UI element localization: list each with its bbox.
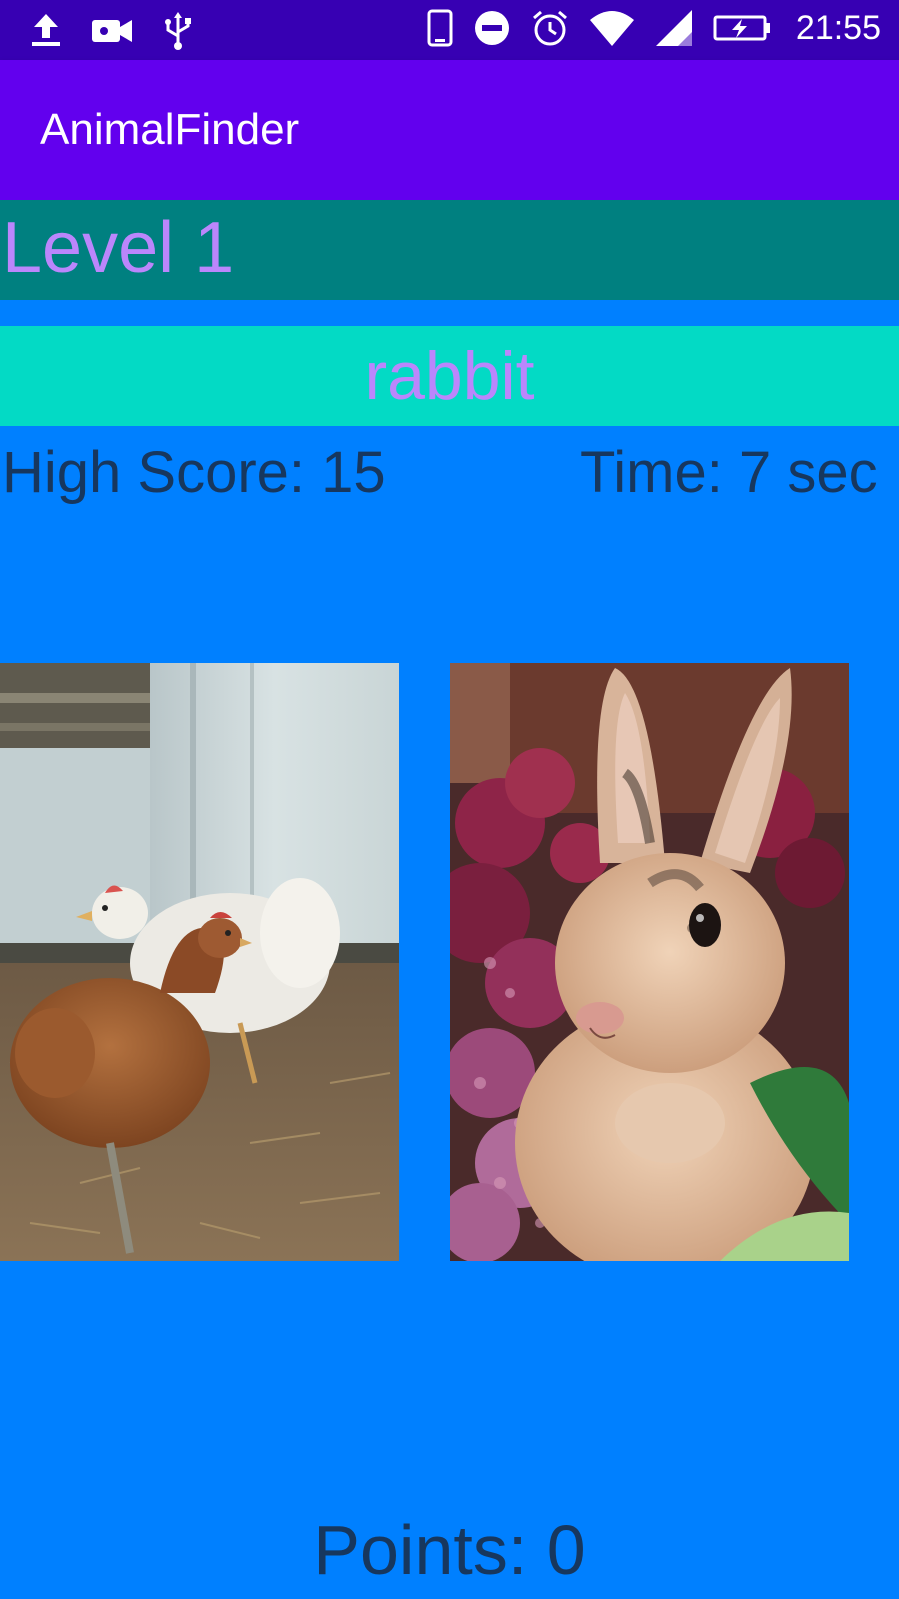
alarm-clock-icon: [532, 10, 567, 46]
app-bar: AnimalFinder: [0, 60, 899, 200]
status-bar: 21:55: [0, 0, 899, 60]
chicken-photo: [0, 663, 399, 1261]
app-title: AnimalFinder: [40, 105, 300, 154]
do-not-disturb-icon: [474, 11, 509, 45]
level-banner: Level 1: [0, 200, 899, 300]
status-time: 21:55: [795, 8, 881, 47]
chicken-photo-option[interactable]: [0, 663, 399, 1261]
timer-label: Time: 7 sec: [580, 440, 878, 505]
target-animal-label: rabbit: [364, 338, 535, 414]
rabbit-photo: [450, 663, 849, 1261]
rabbit-photo-option[interactable]: [450, 663, 849, 1261]
upload-icon: [32, 14, 60, 46]
level-label: Level 1: [2, 208, 235, 288]
phone-icon: [427, 9, 453, 47]
signal-icon: [655, 10, 692, 46]
high-score-label: High Score: 15: [2, 440, 386, 505]
wifi-icon: [589, 11, 634, 46]
target-banner: rabbit: [0, 326, 899, 426]
score-row: High Score: 15 Time: 7 sec: [0, 438, 899, 508]
points-label: Points: 0: [313, 1511, 586, 1589]
battery-charging-icon: [713, 15, 770, 41]
video-camera-icon: [92, 20, 132, 42]
usb-icon: [165, 12, 191, 50]
